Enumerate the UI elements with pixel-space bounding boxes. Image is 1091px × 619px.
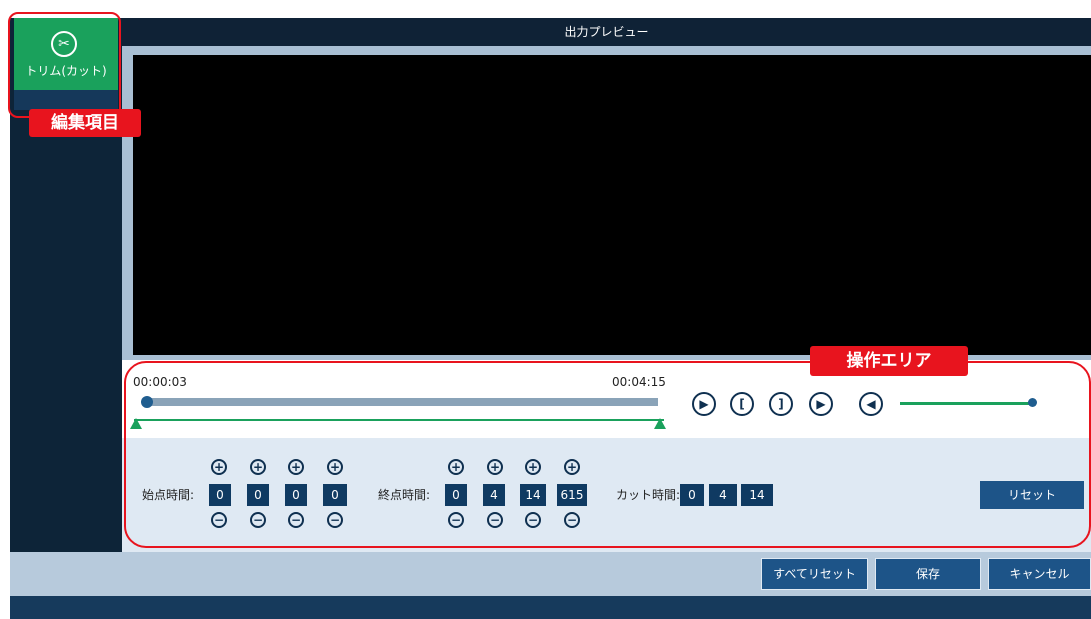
edit-items-highlight [8, 12, 121, 118]
window-title: 出力プレビュー [564, 25, 649, 39]
status-strip [10, 596, 1091, 619]
title-bar: 出力プレビュー [122, 18, 1091, 46]
edit-items-annotation: 編集項目 [29, 109, 141, 137]
reset-all-button[interactable]: すべてリセット [761, 558, 868, 590]
cancel-button[interactable]: キャンセル [988, 558, 1091, 590]
video-preview[interactable] [133, 55, 1091, 355]
operation-area-annotation: 操作エリア [810, 346, 968, 376]
operation-area-highlight [124, 361, 1091, 548]
save-button[interactable]: 保存 [875, 558, 981, 590]
